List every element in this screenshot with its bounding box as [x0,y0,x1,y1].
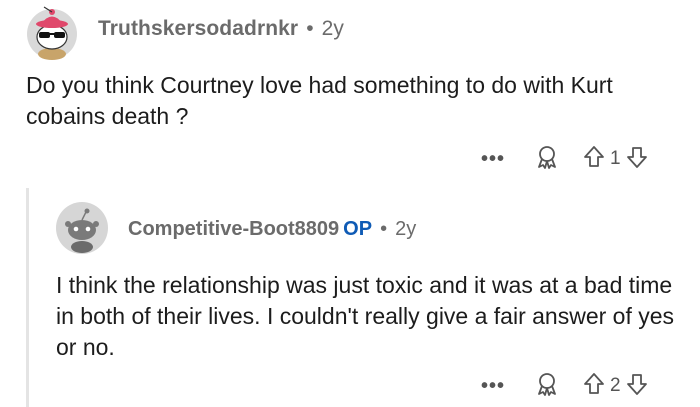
vote-count: 1 [610,148,621,169]
meta-separator: • [380,218,388,240]
comment-age: 2y [321,17,345,40]
snoo-avatar-icon [27,6,77,60]
user-avatar[interactable] [22,4,82,60]
comment-actions: ••• 1 [478,145,649,173]
downvote-arrow-icon[interactable] [625,371,649,402]
upvote-arrow-icon[interactable] [582,371,606,402]
thread-line[interactable] [26,188,29,407]
username-link[interactable]: Competitive-Boot8809 [128,218,339,240]
award-icon[interactable] [534,144,560,175]
more-options-icon[interactable]: ••• [478,375,508,398]
comment-body: I think the relationship was just toxic … [56,272,675,360]
snoo-avatar-icon [56,202,108,254]
comment-actions: ••• 2 [478,372,649,400]
award-icon[interactable] [534,371,560,402]
downvote-arrow-icon[interactable] [625,144,649,175]
comment-age: 2y [395,218,417,240]
op-badge: OP [343,218,373,240]
comment-body: Do you think Courtney love had something… [26,72,613,129]
vote-count: 2 [610,375,621,396]
more-options-icon[interactable]: ••• [478,148,508,171]
comment-meta: Competitive-Boot8809 OP • 2y [128,218,416,241]
upvote-arrow-icon[interactable] [582,144,606,175]
meta-separator: • [306,17,314,40]
username-link[interactable]: Truthskersodadrnkr [98,17,298,40]
comment-meta: Truthskersodadrnkr • 2y [98,17,344,41]
user-avatar[interactable] [54,200,110,254]
